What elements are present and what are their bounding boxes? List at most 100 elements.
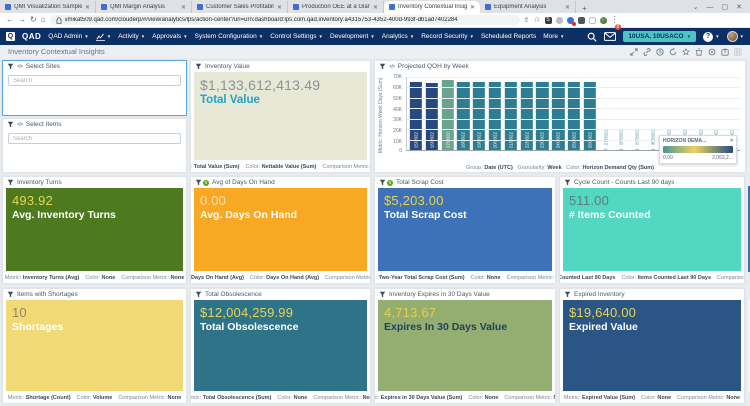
bookmark-star-icon[interactable]: ☆ xyxy=(533,16,540,24)
kpi-card[interactable]: Items with Shortages 10 Shortages Metric… xyxy=(2,288,187,404)
nav-development[interactable]: Development ▼ xyxy=(330,33,375,40)
settings-icon[interactable] xyxy=(708,48,716,56)
filter-icon[interactable] xyxy=(195,63,202,70)
nav-qad-admin[interactable]: QAD Admin ▼ xyxy=(48,33,88,40)
nav-control-settings[interactable]: Control Settings ▼ xyxy=(270,33,323,40)
kpi-card[interactable]: 0 Total Scrap Cost $5,203.00 Total Scrap… xyxy=(374,176,556,284)
filter-icon[interactable] xyxy=(7,63,14,70)
save-icon[interactable] xyxy=(734,47,742,56)
profile-avatar-icon[interactable] xyxy=(599,16,607,24)
chart-bar[interactable] xyxy=(651,148,655,150)
tab-close-icon[interactable]: ✕ xyxy=(277,4,282,11)
code-icon[interactable]: </> xyxy=(17,122,23,128)
chevron-down-icon: ▼ xyxy=(183,34,188,39)
browser-tab[interactable]: Production OEE at a Glance by W✕ xyxy=(288,1,384,13)
filter-icon[interactable] xyxy=(564,179,571,186)
browser-tab[interactable]: QMI Visualization Samples ✕ xyxy=(0,1,96,13)
filter-icon[interactable] xyxy=(564,291,571,298)
kpi-card[interactable]: Inventory Expires in 30 Days Value 4,713… xyxy=(374,288,556,404)
move-icon[interactable] xyxy=(630,47,638,56)
legend-close-icon[interactable]: × xyxy=(730,138,733,144)
refresh-dashboard-icon[interactable] xyxy=(669,47,677,56)
kpi-body: 10 Shortages xyxy=(6,300,183,391)
kpi-value: 511.00 xyxy=(569,193,609,208)
kpi-card[interactable]: Total Obsolescence $12,004,259.99 Total … xyxy=(190,288,371,404)
extension-icon-sidebar[interactable] xyxy=(588,16,596,24)
kpi-card[interactable]: Cycle Count - Counts Last 90 days 511.00… xyxy=(559,176,745,284)
browser-tab[interactable]: Customer Sales Profitability ✕ xyxy=(192,1,288,13)
filter-icon[interactable] xyxy=(379,291,386,298)
search-icon[interactable] xyxy=(587,32,597,42)
star-icon[interactable] xyxy=(682,47,690,56)
window-minimize-icon[interactable]: — xyxy=(707,4,714,11)
user-avatar-button[interactable]: ▼ xyxy=(726,31,744,42)
nav-analytics[interactable]: Analytics ▼ xyxy=(382,33,414,40)
kpi-card[interactable]: Expired Inventory $19,640.00 Expired Val… xyxy=(559,288,745,404)
refresh-icon[interactable]: ↻ xyxy=(30,16,37,24)
new-tab-button[interactable]: + xyxy=(576,4,593,13)
nav-activity[interactable]: Activity ▼ xyxy=(118,33,145,40)
nav-metrics-icon[interactable]: ▼ xyxy=(95,33,111,41)
back-icon[interactable]: ← xyxy=(6,16,14,24)
window-close-icon[interactable]: ✕ xyxy=(736,3,742,11)
chart-bar[interactable] xyxy=(619,148,624,150)
nav-record-security[interactable]: Record Security ▼ xyxy=(421,33,474,40)
window-maximize-icon[interactable]: ▢ xyxy=(722,3,729,11)
nav-system-configuration[interactable]: System Configuration ▼ xyxy=(195,33,264,40)
kpi-card[interactable]: Inventory Turns 493.92 Avg. Inventory Tu… xyxy=(2,176,187,284)
browser-menu-icon[interactable]: ⋮ xyxy=(611,16,619,24)
browser-tab[interactable]: QMI Margin Analysis ✕ xyxy=(96,1,192,13)
forward-icon[interactable]: → xyxy=(18,16,26,24)
home-icon[interactable]: ⌂ xyxy=(41,16,46,24)
share-icon[interactable]: ⇪ xyxy=(524,17,530,24)
user-domain-button[interactable]: 10USA, 10USACO ▼ xyxy=(623,31,697,42)
chart-bar[interactable] xyxy=(603,148,608,150)
kpi-body: $5,203.00 Total Scrap Cost xyxy=(378,188,552,271)
browser-tab[interactable]: Equipment Analysis ✕ xyxy=(480,1,576,13)
chevron-down-icon: ▼ xyxy=(409,34,415,39)
extension-icon-s[interactable]: S xyxy=(544,16,552,24)
tab-favicon xyxy=(101,4,107,10)
tab-close-icon[interactable]: ✕ xyxy=(470,4,475,11)
card-title: Inventory Expires in 30 Days Value xyxy=(389,291,490,298)
window-menu-icon[interactable]: ⌄ xyxy=(693,3,699,11)
filter-icon[interactable] xyxy=(195,291,202,298)
inventory-value-card[interactable]: Inventory Value $1,133,612,413.49 Total … xyxy=(190,60,371,173)
tab-close-icon[interactable]: ✕ xyxy=(85,4,90,11)
chart-legend[interactable]: HORIZON DEMA... × 0.00 2,063,2... xyxy=(659,135,737,164)
browser-tab-active[interactable]: Inventory Contextual Insights✕ xyxy=(384,1,480,13)
export-icon[interactable] xyxy=(721,47,729,56)
extension-icon-badged[interactable] xyxy=(566,16,576,26)
link-icon[interactable] xyxy=(643,47,651,56)
mail-button[interactable]: 8 xyxy=(604,23,622,46)
url-bar[interactable]: vmikat509.qad.com/clouderp/#/view/analyt… xyxy=(49,15,520,25)
filter-icon[interactable] xyxy=(7,121,14,128)
filter-icon[interactable] xyxy=(379,63,386,70)
extension-icon-circle[interactable] xyxy=(555,16,563,24)
code-icon[interactable]: </> xyxy=(17,64,23,70)
tab-close-icon[interactable]: ✕ xyxy=(565,4,570,11)
nav-scheduled-reports[interactable]: Scheduled Reports xyxy=(481,33,536,40)
nav-approvals[interactable]: Approvals ▼ xyxy=(152,33,187,40)
kpi-label: Total Value xyxy=(200,94,260,106)
tab-close-icon[interactable]: ✕ xyxy=(373,4,378,11)
kpi-card[interactable]: 0 Avg of Days On Hand 0.00 Avg. Days On … xyxy=(190,176,371,284)
nav-more[interactable]: More ▼ xyxy=(543,33,564,40)
gridline xyxy=(407,87,740,89)
select-items-search-input[interactable] xyxy=(8,133,181,144)
select-sites-search-input[interactable] xyxy=(8,75,181,86)
card-footer: Metric: Inventory Turns (Avg) Color: Non… xyxy=(4,274,185,281)
code-icon[interactable]: </> xyxy=(389,64,395,70)
filter-icon[interactable] xyxy=(379,179,386,186)
filter-icon[interactable] xyxy=(195,179,202,186)
history-icon[interactable] xyxy=(656,47,664,56)
filter-icon[interactable] xyxy=(7,291,14,298)
tab-close-icon[interactable]: ✕ xyxy=(181,4,186,11)
delete-icon[interactable] xyxy=(695,47,703,56)
qad-logo-icon[interactable]: Q xyxy=(6,32,15,41)
filter-icon[interactable] xyxy=(7,179,14,186)
chart-bar[interactable] xyxy=(635,148,640,150)
help-button[interactable]: ? ▼ xyxy=(703,31,720,42)
kpi-label: Avg. Days On Hand xyxy=(200,209,298,221)
extension-icon-dark[interactable] xyxy=(577,16,585,24)
